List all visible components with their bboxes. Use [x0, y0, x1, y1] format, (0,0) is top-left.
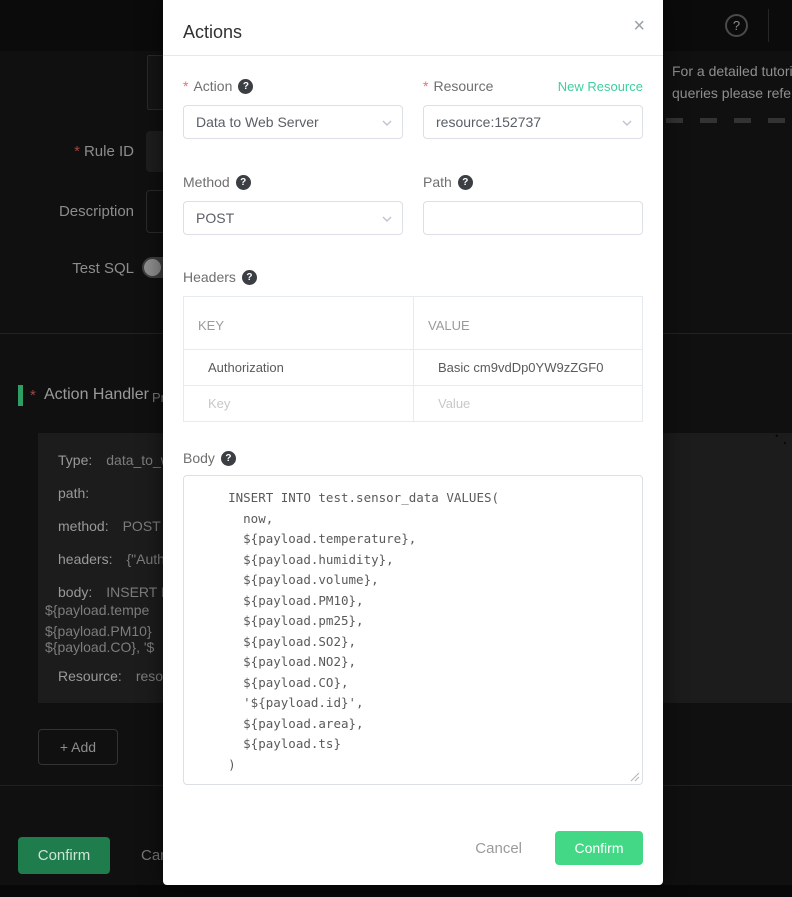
- action-label: Action: [193, 78, 232, 94]
- table-row: Authorization Basic cm9vdDp0YW9zZGF0: [184, 349, 642, 385]
- body-label-row: Body ?: [183, 448, 643, 468]
- cancel-button[interactable]: Cancel: [475, 840, 522, 857]
- card-body-wrapped-2: ${payload.PM10}: [45, 623, 152, 639]
- card-body-wrapped-1: ${payload.tempe: [45, 602, 149, 618]
- headers-label-row: Headers ?: [183, 267, 643, 287]
- rule-id-label: *Rule ID: [0, 143, 134, 160]
- path-label: Path: [423, 174, 452, 190]
- body-editor-wrap: INSERT INTO test.sensor_data VALUES( now…: [183, 475, 643, 785]
- new-header-value-input[interactable]: [438, 396, 628, 411]
- help-icon[interactable]: ?: [221, 451, 236, 466]
- method-path-labels: Method ? Path ?: [183, 172, 643, 192]
- action-select[interactable]: Data to Web Server: [183, 105, 403, 139]
- new-header-key-input[interactable]: [208, 396, 399, 411]
- help-icon[interactable]: ?: [242, 270, 257, 285]
- method-path-inputs: POST: [183, 201, 643, 235]
- help-icon[interactable]: ?: [458, 175, 473, 190]
- navbar-divider: [768, 9, 769, 42]
- card-line-resource: Resource:resou: [58, 668, 171, 684]
- confirm-button[interactable]: Confirm: [555, 831, 643, 865]
- resource-select[interactable]: resource:152737: [423, 105, 643, 139]
- required-asterisk: *: [74, 143, 80, 160]
- card-line-body: body:INSERT IN: [58, 584, 175, 600]
- method-label-row: Method ?: [183, 172, 403, 192]
- action-resource-inputs: Data to Web Server resource:152737: [183, 105, 643, 139]
- page-bottom-strip: [0, 885, 792, 897]
- help-icon[interactable]: ?: [238, 79, 253, 94]
- required-asterisk: *: [423, 78, 428, 94]
- card-line-path: path:: [58, 485, 103, 501]
- diagonal-marks: [770, 423, 792, 483]
- resource-label-row: * Resource New Resource: [423, 76, 643, 96]
- method-select-value: POST: [196, 210, 234, 226]
- action-resource-labels: * Action ? * Resource New Resource: [183, 76, 643, 96]
- close-icon[interactable]: ×: [633, 16, 645, 36]
- actions-modal: Actions × * Action ? * Resource New Reso…: [163, 0, 663, 885]
- card-body-wrapped-3: ${payload.CO}, '$: [45, 639, 154, 655]
- required-asterisk: *: [30, 387, 36, 404]
- action-select-value: Data to Web Server: [196, 114, 319, 130]
- header-key-cell[interactable]: Authorization: [184, 350, 413, 385]
- modal-header: Actions ×: [163, 0, 663, 56]
- resource-label: Resource: [433, 78, 493, 94]
- chevron-down-icon: [381, 117, 393, 129]
- dashed-separator: [666, 118, 792, 123]
- resize-handle-icon[interactable]: [628, 770, 640, 782]
- header-value-cell[interactable]: Basic cm9vdDp0YW9zZGF0: [413, 350, 642, 385]
- body-label: Body: [183, 450, 215, 466]
- table-row-new: [184, 385, 642, 421]
- card-line-method: method:POST: [58, 518, 161, 534]
- description-label: Description: [0, 203, 134, 220]
- method-label: Method: [183, 174, 230, 190]
- action-label-row: * Action ?: [183, 76, 403, 96]
- modal-footer: Cancel Confirm: [183, 831, 643, 865]
- headers-table-head: KEY VALUE: [184, 297, 642, 349]
- add-action-button[interactable]: + Add: [38, 729, 118, 765]
- help-icon[interactable]: ?: [236, 175, 251, 190]
- value-column-header: VALUE: [413, 297, 642, 349]
- help-icon[interactable]: ?: [725, 14, 748, 37]
- section-accent-bar: [18, 385, 23, 406]
- modal-title: Actions: [183, 22, 242, 43]
- tutorial-text: For a detailed tutorial queries please r…: [672, 60, 792, 104]
- headers-table: KEY VALUE Authorization Basic cm9vdDp0YW…: [183, 296, 643, 422]
- action-handler-title: Action Handler: [44, 386, 149, 404]
- tutorial-line-2: queries please refer to: [672, 82, 792, 104]
- modal-body: * Action ? * Resource New Resource Data …: [163, 56, 663, 885]
- tutorial-line-1: For a detailed tutorial: [672, 60, 792, 82]
- body-textarea[interactable]: INSERT INTO test.sensor_data VALUES( now…: [183, 475, 643, 785]
- toggle-knob: [144, 259, 161, 276]
- method-select[interactable]: POST: [183, 201, 403, 235]
- path-label-row: Path ?: [423, 172, 643, 192]
- new-resource-link[interactable]: New Resource: [558, 79, 643, 94]
- resource-select-value: resource:152737: [436, 114, 541, 130]
- path-input[interactable]: [423, 201, 643, 235]
- required-asterisk: *: [183, 78, 188, 94]
- key-column-header: KEY: [184, 297, 413, 349]
- chevron-down-icon: [621, 117, 633, 129]
- headers-label: Headers: [183, 269, 236, 285]
- test-sql-label: Test SQL: [0, 260, 134, 277]
- card-line-type: Type:data_to_w: [58, 452, 171, 468]
- page-confirm-button[interactable]: Confirm: [18, 837, 110, 874]
- chevron-down-icon: [381, 213, 393, 225]
- card-line-headers: headers:{"Auth: [58, 551, 165, 567]
